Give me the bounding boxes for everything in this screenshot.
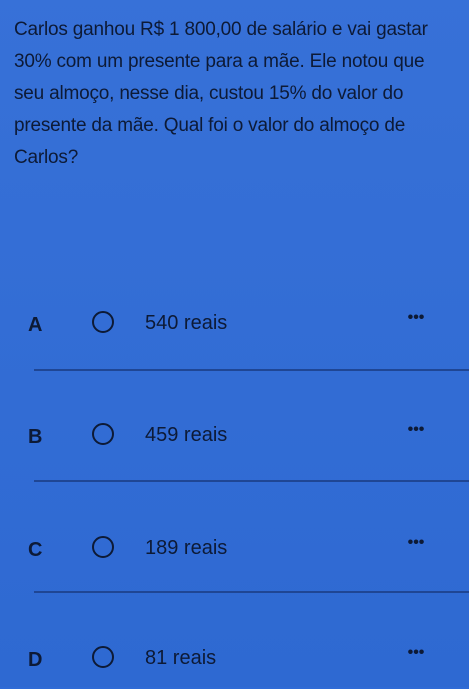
option-text-a: 540 reais (145, 312, 228, 334)
answer-option-a[interactable]: A 540 reais ••• (0, 298, 469, 354)
radio-empty-icon[interactable] (92, 423, 114, 445)
option-letter-b: B (28, 426, 43, 448)
answer-option-d[interactable]: D 81 reais ••• (0, 633, 469, 689)
radio-empty-icon[interactable] (92, 311, 114, 333)
option-text-b: 459 reais (145, 424, 228, 446)
question-screen: Carlos ganhou R$ 1 800,00 de salário e v… (0, 0, 469, 687)
option-letter-c: C (28, 539, 43, 561)
question-text: Carlos ganhou R$ 1 800,00 de salário e v… (14, 19, 428, 168)
option-text-c: 189 reais (145, 537, 228, 559)
answer-option-c[interactable]: C 189 reais ••• (0, 523, 469, 579)
option-letter-d: D (28, 649, 43, 671)
answer-option-b[interactable]: B 459 reais ••• (0, 410, 469, 466)
option-divider (34, 369, 469, 371)
radio-empty-icon[interactable] (92, 536, 114, 558)
more-options-icon[interactable]: ••• (399, 418, 433, 442)
option-divider (34, 480, 469, 482)
option-divider (34, 591, 469, 593)
more-options-icon[interactable]: ••• (399, 306, 433, 330)
more-options-icon[interactable]: ••• (399, 531, 433, 555)
more-options-icon[interactable]: ••• (399, 641, 433, 665)
option-letter-a: A (28, 314, 43, 336)
radio-empty-icon[interactable] (92, 646, 114, 668)
option-text-d: 81 reais (145, 647, 217, 669)
